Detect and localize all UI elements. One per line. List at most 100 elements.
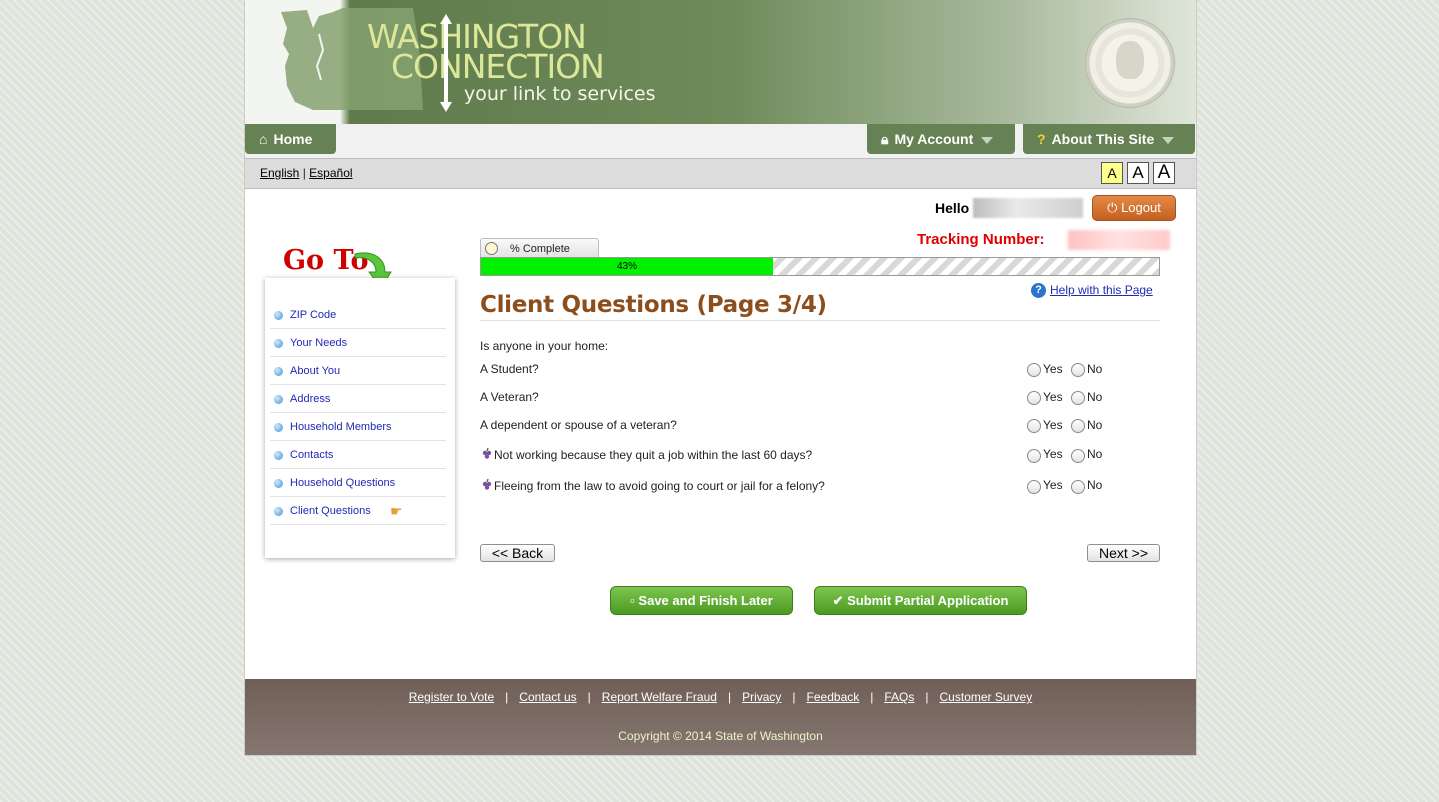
checkmark-icon: ✔ xyxy=(832,593,844,608)
footer-link-faqs[interactable]: FAQs xyxy=(884,690,914,704)
sidebar-item-label[interactable]: ZIP Code xyxy=(290,309,336,321)
language-links: English | Español xyxy=(260,166,353,180)
yes-radio[interactable] xyxy=(1027,480,1041,494)
up-down-arrow-icon xyxy=(440,14,452,112)
question-text: Not working because they quit a job with… xyxy=(494,448,813,462)
redacted-username xyxy=(973,198,1083,218)
sidebar-item-label[interactable]: About You xyxy=(290,365,340,377)
clock-icon xyxy=(485,242,498,255)
no-radio[interactable] xyxy=(1071,363,1085,377)
no-radio[interactable] xyxy=(1071,449,1085,463)
no-label: No xyxy=(1087,362,1103,376)
help-icon[interactable]: ? xyxy=(1031,283,1046,299)
sidebar-item-label[interactable]: Address xyxy=(290,393,330,405)
no-label: No xyxy=(1087,447,1103,461)
help-link[interactable]: Help with this Page xyxy=(1050,283,1153,297)
sidebar-item-client-questions[interactable]: Client Questions ☛ xyxy=(270,497,446,525)
footer-link-customer-survey[interactable]: Customer Survey xyxy=(940,690,1033,704)
nav-my-account-tab[interactable]: 🔒︎ My Account xyxy=(867,124,1015,154)
intro-text: Is anyone in your home: xyxy=(480,339,609,353)
progress-bar: 43% xyxy=(480,257,1160,276)
footer-link-contact-us[interactable]: Contact us xyxy=(519,690,576,704)
no-radio[interactable] xyxy=(1071,480,1085,494)
bullet-icon xyxy=(274,423,283,432)
footer-separator: | xyxy=(870,690,874,704)
sidebar-item-contacts[interactable]: Contacts xyxy=(270,441,446,469)
home-icon: ⌂ xyxy=(259,131,268,147)
yes-radio[interactable] xyxy=(1027,391,1041,405)
sidebar-item-your-needs[interactable]: Your Needs xyxy=(270,329,446,357)
sidebar-item-label[interactable]: Household Members xyxy=(290,421,392,433)
help-link-container[interactable]: ? Help with this Page xyxy=(1031,283,1153,299)
copyright-text: Copyright © 2014 State of Washington xyxy=(618,729,823,743)
no-radio[interactable] xyxy=(1071,391,1085,405)
progress-percent: 43% xyxy=(616,261,637,272)
font-size-large-button[interactable]: A xyxy=(1153,162,1175,184)
submit-button-label: Submit Partial Application xyxy=(847,593,1009,608)
nav-about-tab[interactable]: ? About This Site xyxy=(1023,124,1195,154)
state-seal-icon xyxy=(1085,18,1175,108)
sidebar-item-about-you[interactable]: About You xyxy=(270,357,446,385)
save-and-finish-later-button[interactable]: ▫ Save and Finish Later xyxy=(610,586,793,615)
chevron-down-icon xyxy=(981,136,994,144)
logout-label: Logout xyxy=(1121,200,1161,215)
page-title: Client Questions (Page 3/4) xyxy=(480,292,827,318)
no-label: No xyxy=(1087,390,1103,404)
back-button[interactable]: << Back xyxy=(480,544,555,562)
power-icon: ⏻ xyxy=(1107,200,1118,215)
submit-partial-application-button[interactable]: ✔ Submit Partial Application xyxy=(814,586,1027,615)
language-spanish-link[interactable]: Español xyxy=(309,166,352,180)
sidebar-item-label[interactable]: Your Needs xyxy=(290,337,347,349)
main-nav: ⌂ Home 🔒︎ My Account ? About This Site xyxy=(245,124,1196,158)
bullet-icon xyxy=(274,479,283,488)
logo-title[interactable]: WASHINGTON CONNECTION xyxy=(367,20,605,86)
grapes-icon xyxy=(482,478,492,490)
footer-separator: | xyxy=(792,690,796,704)
chevron-down-icon xyxy=(1162,136,1175,144)
footer-link-register-to-vote[interactable]: Register to Vote xyxy=(409,690,494,704)
question-text: A Student? xyxy=(480,362,539,376)
footer-link-feedback[interactable]: Feedback xyxy=(807,690,860,704)
language-english-link[interactable]: English xyxy=(260,166,299,180)
bullet-icon xyxy=(274,507,283,516)
no-radio[interactable] xyxy=(1071,419,1085,433)
yes-radio[interactable] xyxy=(1027,419,1041,433)
yes-label: Yes xyxy=(1043,478,1063,492)
seal-portrait xyxy=(1116,41,1144,79)
yes-radio[interactable] xyxy=(1027,449,1041,463)
sidebar-item-household-questions[interactable]: Household Questions xyxy=(270,469,446,497)
bullet-icon xyxy=(274,451,283,460)
redacted-tracking-number xyxy=(1068,230,1170,250)
bullet-icon xyxy=(274,367,283,376)
font-size-small-button[interactable]: A xyxy=(1101,162,1123,184)
question-text: Fleeing from the law to avoid going to c… xyxy=(494,479,825,493)
sidebar-item-label[interactable]: Client Questions xyxy=(290,505,371,517)
logout-button[interactable]: ⏻ Logout xyxy=(1092,195,1176,221)
footer: Register to Vote | Contact us | Report Welfa… xyxy=(245,679,1196,755)
footer-link-report-welfare-fraud[interactable]: Report Welfare Fraud xyxy=(602,690,717,704)
font-size-medium-button[interactable]: A xyxy=(1127,162,1149,184)
logo-line-2: CONNECTION xyxy=(391,47,605,86)
footer-link-privacy[interactable]: Privacy xyxy=(742,690,781,704)
nav-about-label: About This Site xyxy=(1051,131,1155,147)
grapes-icon xyxy=(482,447,492,459)
sidebar-item-label[interactable]: Contacts xyxy=(290,449,333,461)
language-bar: English | Español A A A xyxy=(245,158,1196,189)
save-button-label: Save and Finish Later xyxy=(638,593,773,608)
nav-home-label: Home xyxy=(273,131,313,147)
footer-links: Register to Vote | Contact us | Report Welfa… xyxy=(245,690,1196,704)
no-label: No xyxy=(1087,478,1103,492)
next-button[interactable]: Next >> xyxy=(1087,544,1160,562)
sidebar-item-label[interactable]: Household Questions xyxy=(290,477,395,489)
sidebar-item-zip-code[interactable]: ZIP Code xyxy=(270,301,446,329)
sidebar-item-address[interactable]: Address xyxy=(270,385,446,413)
question-row: A Veteran? Yes No xyxy=(480,390,1160,410)
pointing-hand-icon: ☛ xyxy=(390,503,403,519)
bullet-icon xyxy=(274,395,283,404)
nav-home-tab[interactable]: ⌂ Home xyxy=(245,124,336,154)
yes-radio[interactable] xyxy=(1027,363,1041,377)
sidebar-item-household-members[interactable]: Household Members xyxy=(270,413,446,441)
tracking-number-label: Tracking Number: xyxy=(917,231,1045,248)
heading-divider xyxy=(480,320,1160,321)
footer-separator: | xyxy=(587,690,591,704)
